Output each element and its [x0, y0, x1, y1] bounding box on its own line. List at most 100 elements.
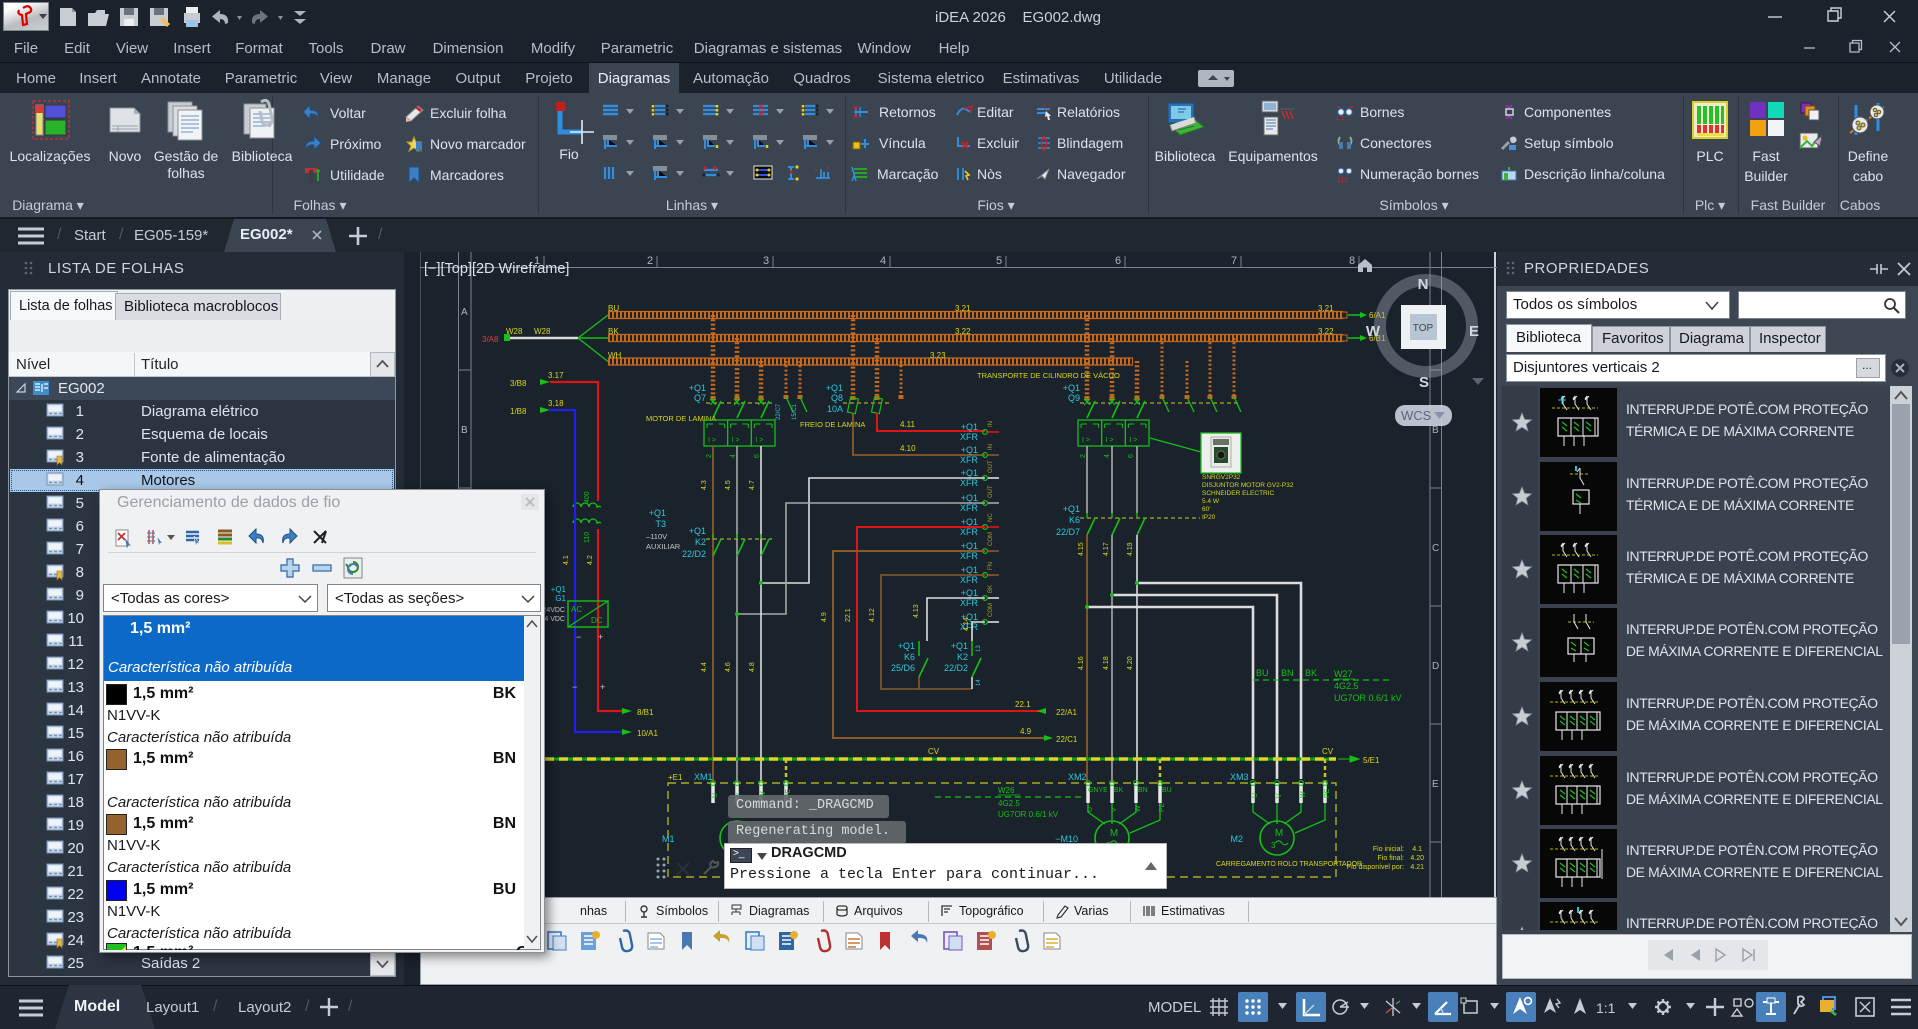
svg-text:XFR: XFR [960, 551, 979, 561]
svg-text:M1: M1 [662, 834, 675, 844]
svg-text:22/D2: 22/D2 [682, 549, 706, 559]
svg-text:N: N [1418, 276, 1429, 293]
svg-text:4.4: 4.4 [701, 662, 708, 672]
svg-text:CV: CV [928, 747, 940, 756]
svg-text:BU: BU [1256, 668, 1269, 678]
svg-text:W28: W28 [534, 327, 551, 336]
svg-text:−: − [572, 682, 577, 692]
svg-text:2: 2 [647, 255, 653, 267]
svg-text:BK: BK [1114, 787, 1124, 794]
svg-text:K2: K2 [695, 537, 706, 547]
svg-text:8/B1: 8/B1 [637, 708, 654, 717]
svg-text:BU: BU [608, 304, 619, 313]
svg-text:4.16: 4.16 [1078, 656, 1085, 670]
svg-text:3.17: 3.17 [548, 371, 564, 380]
svg-text:UG7OR 0.6/1 kV: UG7OR 0.6/1 kV [998, 810, 1059, 819]
svg-text:Fio inicial:: Fio inicial: [1373, 846, 1404, 853]
svg-text:+Q1: +Q1 [689, 526, 706, 536]
svg-text:K2: K2 [957, 652, 968, 662]
svg-text:+Q1: +Q1 [1063, 504, 1080, 514]
svg-text:B: B [1432, 425, 1439, 436]
svg-text:XM2: XM2 [1068, 772, 1087, 782]
svg-text:+E1: +E1 [668, 773, 683, 782]
svg-text:OUT: OUT [988, 460, 994, 473]
svg-text:4G2.5: 4G2.5 [998, 799, 1020, 808]
svg-text:7: 7 [1231, 255, 1237, 267]
svg-text:C: C [1432, 543, 1439, 554]
svg-text:22/D7: 22/D7 [1056, 527, 1080, 537]
svg-text:4.20: 4.20 [1410, 855, 1424, 862]
svg-text:5/E1: 5/E1 [1363, 756, 1380, 765]
svg-text:U: U [712, 793, 719, 798]
svg-text:W: W [1366, 323, 1381, 340]
svg-text:XFR: XFR [960, 575, 979, 585]
svg-text:K6: K6 [1069, 515, 1080, 525]
svg-text:M: M [1275, 828, 1283, 839]
svg-text:+Q1: +Q1 [1063, 383, 1080, 393]
svg-text:13: 13 [976, 645, 982, 652]
svg-text:6: 6 [1115, 255, 1121, 267]
svg-text:4.19: 4.19 [1127, 542, 1134, 556]
svg-text:6: 6 [754, 454, 761, 458]
svg-text:22/C1: 22/C1 [1056, 735, 1078, 744]
svg-text:4.15: 4.15 [1078, 542, 1085, 556]
svg-text:DC: DC [591, 616, 603, 625]
svg-text:BN: BN [1138, 787, 1148, 794]
svg-text:+Q1: +Q1 [961, 588, 978, 598]
svg-text:+Q1: +Q1 [961, 541, 978, 551]
svg-text:+Q1: +Q1 [961, 493, 978, 503]
svg-text:M: M [1110, 828, 1118, 839]
svg-text:SNRGV2P32: SNRGV2P32 [1202, 474, 1241, 481]
svg-text:BK: BK [608, 327, 619, 336]
svg-text:4.21: 4.21 [1410, 864, 1424, 871]
svg-text:112: 112 [1337, 177, 1348, 183]
svg-text:OUT: OUT [988, 485, 994, 498]
svg-text:I >: I > [1082, 437, 1090, 444]
svg-text:3.23: 3.23 [930, 351, 946, 360]
svg-text:WCS: WCS [1401, 408, 1432, 423]
svg-text:XFR: XFR [960, 503, 979, 513]
svg-text:4.9: 4.9 [1020, 727, 1032, 736]
svg-text:U: U [1252, 793, 1259, 798]
svg-text:I >: I > [732, 437, 740, 444]
svg-text:3.21: 3.21 [955, 304, 971, 313]
svg-text:400: 400 [584, 491, 591, 503]
svg-text:I >: I > [755, 437, 763, 444]
svg-text:PE: PE [1324, 788, 1331, 798]
svg-text:XM1: XM1 [694, 772, 713, 782]
svg-text:22/C7: 22/C7 [776, 403, 782, 420]
svg-text:UG7OR 0.6/1 kV: UG7OR 0.6/1 kV [1334, 693, 1402, 703]
svg-text:4.6: 4.6 [725, 662, 732, 672]
svg-text:22/A1: 22/A1 [1056, 708, 1077, 717]
svg-text:Fio disponível por:: Fio disponível por: [1347, 864, 1404, 871]
svg-text:4.14: 4.14 [963, 617, 970, 631]
svg-text:+Q1: +Q1 [826, 383, 843, 393]
svg-text:XFR: XFR [960, 527, 979, 537]
svg-text:+: + [598, 632, 603, 642]
svg-text:+Q1: +Q1 [961, 565, 978, 575]
svg-text:TOP: TOP [1413, 323, 1434, 334]
svg-text:M2: M2 [1230, 834, 1243, 844]
svg-text:6: 6 [1128, 454, 1135, 458]
svg-text:14: 14 [976, 679, 982, 686]
svg-text:I >: I > [1129, 437, 1137, 444]
svg-text:24VDC: 24VDC [542, 607, 565, 614]
svg-text:W28: W28 [506, 327, 523, 336]
svg-text:B: B [461, 425, 468, 436]
svg-text:+Q1: +Q1 [898, 641, 915, 651]
svg-text:4.9: 4.9 [821, 612, 828, 622]
svg-text:COM: COM [988, 603, 994, 617]
svg-text:4.18: 4.18 [1103, 656, 1110, 670]
svg-text:22/D2: 22/D2 [944, 663, 968, 673]
svg-text:GNYE: GNYE [1088, 787, 1108, 794]
svg-text:BU: BU [1162, 787, 1172, 794]
svg-text:3.22: 3.22 [1318, 327, 1334, 336]
svg-text:IN: IN [988, 421, 994, 427]
svg-text:10A: 10A [827, 404, 843, 414]
svg-text:COM: COM [988, 532, 994, 546]
svg-text:4.7: 4.7 [749, 480, 756, 490]
svg-text:15/C1: 15/C1 [792, 403, 798, 420]
svg-text:22.1: 22.1 [845, 608, 852, 622]
svg-text:BN: BN [1281, 668, 1294, 678]
svg-text:2: 2 [706, 454, 713, 458]
